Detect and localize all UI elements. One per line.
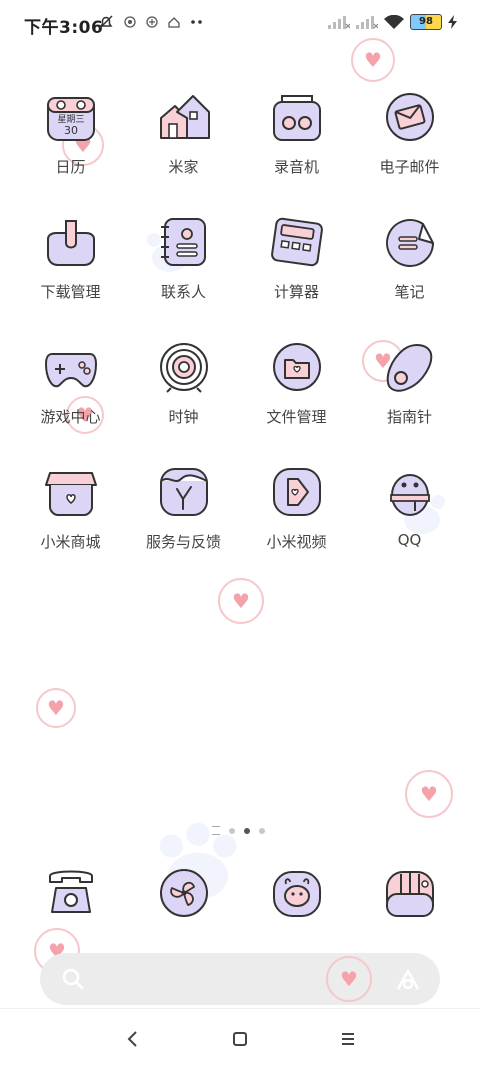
heart-decoration-icon: ♥ (36, 688, 76, 728)
app-label: 联系人 (160, 283, 206, 301)
notification-app-icon (146, 16, 158, 28)
notification-app-icon (124, 16, 136, 28)
shop-icon (44, 472, 97, 516)
camera-icon (385, 871, 434, 917)
recents-button[interactable] (336, 1027, 360, 1051)
download-icon (46, 220, 95, 266)
google-lens-icon[interactable] (394, 965, 422, 993)
heart-decoration-icon: ♥ (405, 770, 453, 818)
signal-icon (356, 16, 378, 29)
app-label: 笔记 (394, 283, 425, 301)
home-square-icon (233, 1032, 247, 1046)
signal-icon (328, 16, 350, 29)
app-mi-video[interactable]: 小米视频 (240, 463, 353, 588)
feedback-icon (159, 468, 208, 516)
app-label: 指南针 (386, 408, 432, 426)
clock-icon (159, 343, 208, 393)
app-label: 服务与反馈 (145, 533, 221, 551)
dock-phone[interactable] (14, 864, 127, 922)
mail-icon (385, 93, 434, 141)
menu-icon (342, 1033, 354, 1045)
app-label: 日历 (55, 158, 86, 176)
app-label: 小米视频 (266, 533, 327, 551)
page-indicator (212, 826, 265, 835)
dock-camera[interactable] (353, 864, 466, 922)
app-service-feedback[interactable]: 服务与反馈 (127, 463, 240, 588)
app-label: 电子邮件 (379, 158, 440, 176)
app-calendar[interactable]: 星期三 30 日历 (14, 88, 127, 213)
home-menu-indicator (212, 826, 220, 835)
search-icon (62, 968, 84, 990)
dock (14, 864, 466, 922)
app-compass[interactable]: 指南针 (353, 338, 466, 463)
dock-security[interactable] (127, 864, 240, 922)
app-label: QQ (397, 531, 422, 549)
charging-bolt-icon (448, 15, 457, 29)
gamepad-icon (44, 353, 97, 388)
recorder-icon (272, 95, 321, 141)
app-contacts[interactable]: 联系人 (127, 213, 240, 338)
fan-icon (159, 869, 208, 917)
video-icon (272, 468, 321, 516)
app-grid: 星期三 30 日历 米家 录音机 电子邮件 下载管理 联系人 计算器 笔记 游戏… (14, 88, 466, 588)
chevron-left-icon (127, 1031, 137, 1047)
app-label: 下载管理 (40, 283, 101, 301)
app-qq[interactable]: QQ (353, 463, 466, 588)
app-game-center[interactable]: 游戏中心 (14, 338, 127, 463)
battery-indicator: 98 (410, 14, 442, 30)
folder-icon (272, 343, 321, 391)
heart-decoration-icon: ♥ (326, 956, 372, 1002)
more-dots-icon (191, 20, 202, 24)
app-clock[interactable]: 时钟 (127, 338, 240, 463)
search-bar[interactable]: ♥ (40, 953, 440, 1005)
status-system-icons: 98 (328, 14, 458, 30)
phone-icon (48, 870, 93, 913)
app-label: 米家 (168, 158, 199, 176)
app-label: 时钟 (168, 408, 199, 426)
app-label: 录音机 (273, 158, 319, 176)
page-dot-active[interactable] (244, 827, 250, 834)
calendar-day: 30 (64, 124, 78, 137)
app-downloads[interactable]: 下载管理 (14, 213, 127, 338)
app-recorder[interactable]: 录音机 (240, 88, 353, 213)
app-label: 文件管理 (266, 408, 327, 426)
dock-messages[interactable] (240, 864, 353, 922)
calendar-icon: 星期三 30 (46, 97, 95, 141)
app-email[interactable]: 电子邮件 (353, 88, 466, 213)
navigation-bar (0, 1008, 480, 1067)
notes-icon (385, 219, 434, 267)
bell-muted-icon (99, 15, 113, 29)
app-mijia[interactable]: 米家 (127, 88, 240, 213)
page-dot[interactable] (259, 827, 265, 834)
back-button[interactable] (121, 1027, 145, 1051)
status-bar: 下午3:06 98 (0, 0, 480, 50)
qq-penguin-icon (389, 474, 430, 516)
app-label: 计算器 (273, 283, 319, 301)
app-file-manager[interactable]: 文件管理 (240, 338, 353, 463)
app-calculator[interactable]: 计算器 (240, 213, 353, 338)
app-mi-store[interactable]: 小米商城 (14, 463, 127, 588)
houses-icon (159, 95, 210, 139)
calculator-icon (270, 217, 323, 267)
status-time: 下午3:06 (24, 18, 104, 38)
wifi-icon (384, 14, 404, 29)
status-notification-icons (98, 14, 204, 30)
notification-app-icon (168, 17, 180, 28)
app-label: 小米商城 (40, 533, 101, 551)
compass-icon (386, 344, 432, 392)
contacts-icon (160, 218, 206, 266)
home-button[interactable] (228, 1027, 252, 1051)
app-notes[interactable]: 笔记 (353, 213, 466, 338)
chat-bubble-icon (272, 871, 321, 917)
page-dot[interactable] (229, 827, 235, 834)
app-label: 游戏中心 (40, 408, 101, 426)
